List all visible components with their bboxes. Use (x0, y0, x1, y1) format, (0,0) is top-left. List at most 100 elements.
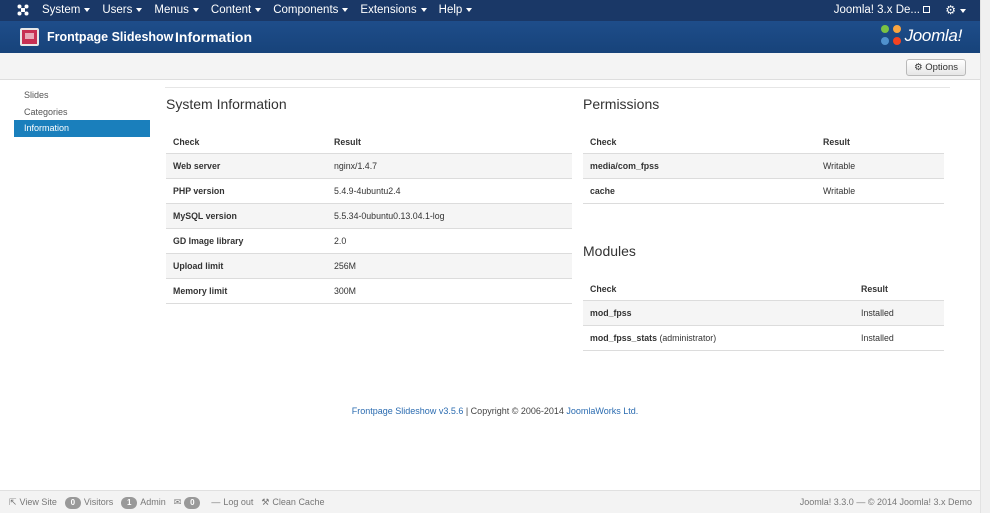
menu-extensions[interactable]: Extensions (354, 0, 432, 21)
top-navbar: System Users Menus Content Components Ex… (0, 0, 980, 21)
options-button[interactable]: ⚙ Options (906, 59, 966, 76)
caret-down-icon (84, 7, 91, 12)
check-cell: Web server (173, 161, 221, 171)
user-menu[interactable]: ⚙ (945, 0, 966, 21)
caret-down-icon (466, 7, 473, 12)
menu-components[interactable]: Components (267, 0, 354, 21)
menu-menus-label: Menus (154, 4, 189, 16)
share-icon: ⇱ (9, 497, 17, 507)
table-header: Check Result (583, 130, 944, 154)
column-header-result: Result (823, 137, 850, 147)
result-cell: 256M (334, 261, 357, 271)
sidebar-item-categories[interactable]: Categories (14, 104, 150, 121)
table-header: Check Result (166, 130, 572, 154)
messages-badge: 0 (184, 496, 201, 509)
modules-table: Check Result mod_fpss Installed mod_fpss… (583, 277, 944, 351)
visitors-status: 0 Visitors (64, 491, 114, 513)
check-cell: PHP version (173, 186, 225, 196)
system-info-table: Check Result Web server nginx/1.4.7 PHP … (166, 130, 572, 304)
table-row: Memory limit 300M (166, 279, 572, 304)
gear-icon: ⚙ (914, 62, 923, 73)
table-row: MySQL version 5.5.34-0ubuntu0.13.04.1-lo… (166, 204, 572, 229)
menu-content-label: Content (210, 4, 252, 16)
result-cell: nginx/1.4.7 (334, 161, 378, 171)
check-cell: mod_fpss_stats (administrator) (583, 326, 854, 350)
site-link[interactable]: Joomla! 3.x De... (834, 0, 930, 21)
joomla-menu-icon[interactable] (17, 4, 29, 16)
status-items: ⇱ View Site 0 Visitors 1 Admin ✉ 0 — Log out … (9, 491, 332, 513)
broom-icon: ⚒ (261, 497, 270, 507)
module-name: mod_fpss_stats (590, 333, 657, 343)
admin-label: Admin (140, 497, 166, 507)
result-cell: 2.0 (334, 236, 347, 246)
visitors-badge: 0 (64, 496, 81, 509)
version-text: Joomla! 3.3.0 — © 2014 Joomla! 3.x Demo (799, 497, 972, 507)
column-header-check: Check (173, 137, 200, 147)
scrollbar[interactable] (980, 0, 990, 513)
minus-icon: — (211, 497, 221, 507)
divider (165, 87, 950, 88)
table-row: media/com_fpss Writable (583, 154, 944, 179)
visitors-label: Visitors (83, 497, 114, 507)
credit-line: Frontpage Slideshow v3.5.6 | Copyright ©… (0, 406, 990, 416)
result-cell: Writable (823, 186, 856, 196)
check-cell: Upload limit (173, 261, 224, 271)
joomla-logo-text: Joomla! (904, 26, 963, 45)
status-bar: ⇱ View Site 0 Visitors 1 Admin ✉ 0 — Log out … (0, 490, 980, 513)
caret-down-icon (192, 7, 199, 12)
modules-title: Modules (583, 243, 636, 259)
result-cell: Installed (861, 333, 894, 343)
company-link[interactable]: JoomlaWorks Ltd. (566, 406, 638, 416)
menu-menus[interactable]: Menus (148, 0, 205, 21)
menu-users[interactable]: Users (96, 0, 148, 21)
main-menu: System Users Menus Content Components Ex… (36, 0, 478, 21)
result-cell: 300M (334, 286, 357, 296)
check-cell: mod_fpss (590, 308, 632, 318)
result-cell: Writable (823, 161, 856, 171)
menu-users-label: Users (102, 4, 133, 16)
table-header: Check Result (583, 277, 944, 301)
product-link[interactable]: Frontpage Slideshow v3.5.6 (352, 406, 464, 416)
table-row: mod_fpss_stats (administrator) Installed (583, 326, 944, 351)
result-cell: 5.5.34-0ubuntu0.13.04.1-log (334, 211, 445, 221)
table-row: Web server nginx/1.4.7 (166, 154, 572, 179)
menu-system-label: System (42, 4, 81, 16)
check-cell: GD Image library (173, 236, 244, 246)
clean-cache-link[interactable]: ⚒ Clean Cache (261, 491, 324, 513)
page-header: Frontpage Slideshow Information Joomla! (0, 21, 980, 53)
sidebar-item-information[interactable]: Information (14, 120, 150, 137)
module-suffix: (administrator) (659, 333, 717, 343)
table-row: mod_fpss Installed (583, 301, 944, 326)
table-row: PHP version 5.4.9-4ubuntu2.4 (166, 179, 572, 204)
caret-down-icon (342, 7, 349, 12)
system-info-title: System Information (166, 96, 287, 112)
toolbar: ⚙ Options (0, 53, 980, 80)
site-name: Joomla! 3.x De... (833, 4, 920, 16)
menu-content[interactable]: Content (205, 0, 267, 21)
check-cell: MySQL version (173, 211, 237, 221)
table-row: GD Image library 2.0 (166, 229, 572, 254)
page-title: Information (175, 29, 252, 45)
menu-help-label: Help (438, 4, 463, 16)
column-header-result: Result (334, 137, 361, 147)
messages-status[interactable]: ✉ 0 (174, 491, 204, 513)
logout-link[interactable]: — Log out (211, 491, 253, 513)
sidebar-item-slides[interactable]: Slides (14, 87, 150, 104)
menu-help[interactable]: Help (433, 0, 479, 21)
copyright-text: | Copyright © 2006-2014 (463, 406, 567, 416)
check-cell: cache (590, 186, 615, 196)
view-site-link[interactable]: ⇱ View Site (9, 491, 57, 513)
menu-components-label: Components (273, 4, 339, 16)
table-row: Upload limit 256M (166, 254, 572, 279)
table-row: cache Writable (583, 179, 944, 204)
result-cell: 5.4.9-4ubuntu2.4 (334, 186, 401, 196)
check-cell: media/com_fpss (590, 161, 659, 171)
column-header-check: Check (590, 137, 617, 147)
caret-down-icon (255, 7, 262, 12)
gear-icon: ⚙ (945, 3, 956, 17)
menu-system[interactable]: System (36, 0, 96, 21)
column-header-check: Check (590, 284, 617, 294)
permissions-table: Check Result media/com_fpss Writable cac… (583, 130, 944, 204)
component-name: Frontpage Slideshow (47, 30, 174, 44)
column-header-result: Result (861, 284, 888, 294)
